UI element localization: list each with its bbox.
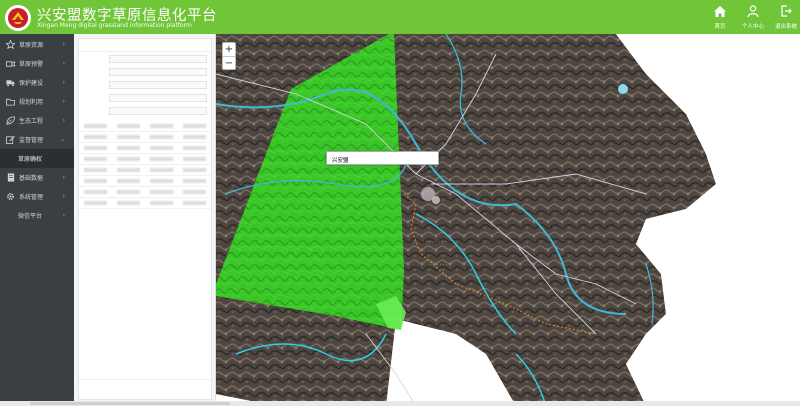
chevron-right-icon: › [62, 79, 65, 86]
form-field[interactable] [109, 80, 207, 89]
table-row[interactable] [79, 165, 211, 176]
zoom-control: + − [222, 42, 236, 70]
chevron-right-icon: › [62, 212, 65, 219]
form-field[interactable] [109, 93, 207, 102]
panel-header [79, 39, 211, 52]
truck-icon [6, 78, 15, 87]
sidebar-item-label: 生态工程 [19, 118, 44, 125]
form-row [79, 52, 211, 65]
edit-icon [6, 135, 15, 144]
sidebar-item-label: 草原资源 [19, 42, 44, 49]
chevron-right-icon: › [62, 117, 65, 124]
nav-profile[interactable]: 个人中心 [735, 4, 771, 30]
form-row [79, 65, 211, 78]
map-place-label: · · · · [601, 296, 613, 302]
form-field[interactable] [109, 106, 207, 115]
sidebar-subitem-grassland-rights[interactable]: 草原确权 [0, 149, 74, 168]
nav-logout[interactable]: 退出系统 [768, 4, 800, 30]
form-row [79, 78, 211, 91]
zoom-in-button[interactable]: + [223, 43, 235, 56]
map-view[interactable]: · · · · · · · · · · · · · · · · · · · · … [216, 34, 800, 406]
map-place-label: · · · · · · · [426, 239, 447, 245]
sidebar-item-system-management[interactable]: 系统管理 › [0, 187, 74, 206]
nav-home[interactable]: 首页 [702, 4, 738, 30]
table-row[interactable] [79, 187, 211, 198]
form-field[interactable] [109, 54, 207, 63]
sidebar-item-eco-engineering[interactable]: 生态工程 › [0, 111, 74, 130]
chevron-down-icon: ⌄ [59, 136, 65, 143]
star-icon [6, 40, 15, 49]
folder-icon [6, 97, 15, 106]
sidebar-item-label: 系统管理 [19, 194, 44, 201]
nav-home-label: 首页 [714, 24, 726, 30]
chevron-right-icon: › [62, 98, 65, 105]
form-field[interactable] [109, 67, 207, 76]
horizontal-scrollbar[interactable] [0, 401, 800, 406]
sidebar-item-label: 规划利用 [19, 99, 44, 106]
sidebar-item-label: 基础数据 [19, 175, 44, 182]
user-icon [746, 4, 760, 18]
results-table [79, 121, 211, 209]
sidebar-item-wechat-platform[interactable]: 微信平台 › [0, 206, 74, 225]
chevron-right-icon: › [62, 193, 65, 200]
sidebar-item-grassland-resources[interactable]: 草原资源 › [0, 35, 74, 54]
query-panel-body [78, 38, 213, 400]
leaf-icon [6, 116, 15, 125]
book-icon [6, 173, 15, 182]
form-row [79, 104, 211, 117]
table-row[interactable] [79, 132, 211, 143]
logout-icon [779, 4, 793, 18]
sidebar-item-basic-data[interactable]: 基础数据 › [0, 168, 74, 187]
sidebar-item-supervision[interactable]: 监督管理 ⌄ [0, 130, 74, 149]
logo [5, 5, 31, 31]
map-popup-text: 兴安盟 [332, 158, 349, 164]
zoom-out-button[interactable]: − [223, 56, 235, 69]
query-panel [74, 34, 216, 406]
table-row[interactable] [79, 154, 211, 165]
table-row[interactable] [79, 143, 211, 154]
table-row[interactable] [79, 176, 211, 187]
map-place-label: · · · · · · [428, 249, 446, 255]
gear-icon [6, 192, 15, 201]
sidebar-item-label: 微信平台 [18, 213, 43, 220]
nav-logout-label: 退出系统 [774, 24, 797, 30]
pagination[interactable] [79, 379, 213, 399]
table-header-row [79, 121, 211, 132]
sidebar: 草原资源 › 草原预警 › 保护建设 › 规划利用 › 生态工程 › 监督管理 … [0, 34, 74, 406]
form-row [79, 91, 211, 104]
sidebar-item-planning[interactable]: 规划利用 › [0, 92, 74, 111]
satellite-map[interactable] [216, 34, 800, 406]
sidebar-item-label: 草原预警 [19, 61, 44, 68]
app-subtitle: Xingan Meng digital grassland informatio… [37, 22, 192, 29]
nav-profile-label: 个人中心 [741, 24, 764, 30]
map-place-label: · · · · · · [430, 262, 448, 268]
chevron-right-icon: › [62, 174, 65, 181]
map-popup[interactable]: 兴安盟 [326, 151, 439, 165]
app-header: 兴安盟数字草原信息化平台 Xingan Meng digital grassla… [0, 0, 800, 34]
chevron-right-icon: › [62, 60, 65, 67]
camera-icon [6, 59, 15, 68]
sidebar-item-protection[interactable]: 保护建设 › [0, 73, 74, 92]
chevron-right-icon: › [62, 41, 65, 48]
sidebar-item-label: 监督管理 [19, 137, 44, 144]
sidebar-item-label: 保护建设 [19, 80, 44, 87]
sidebar-item-label: 草原确权 [18, 156, 43, 163]
table-row[interactable] [79, 198, 211, 209]
map-place-label: · · · · [423, 217, 435, 223]
sidebar-item-grassland-warning[interactable]: 草原预警 › [0, 54, 74, 73]
home-icon [713, 4, 727, 18]
